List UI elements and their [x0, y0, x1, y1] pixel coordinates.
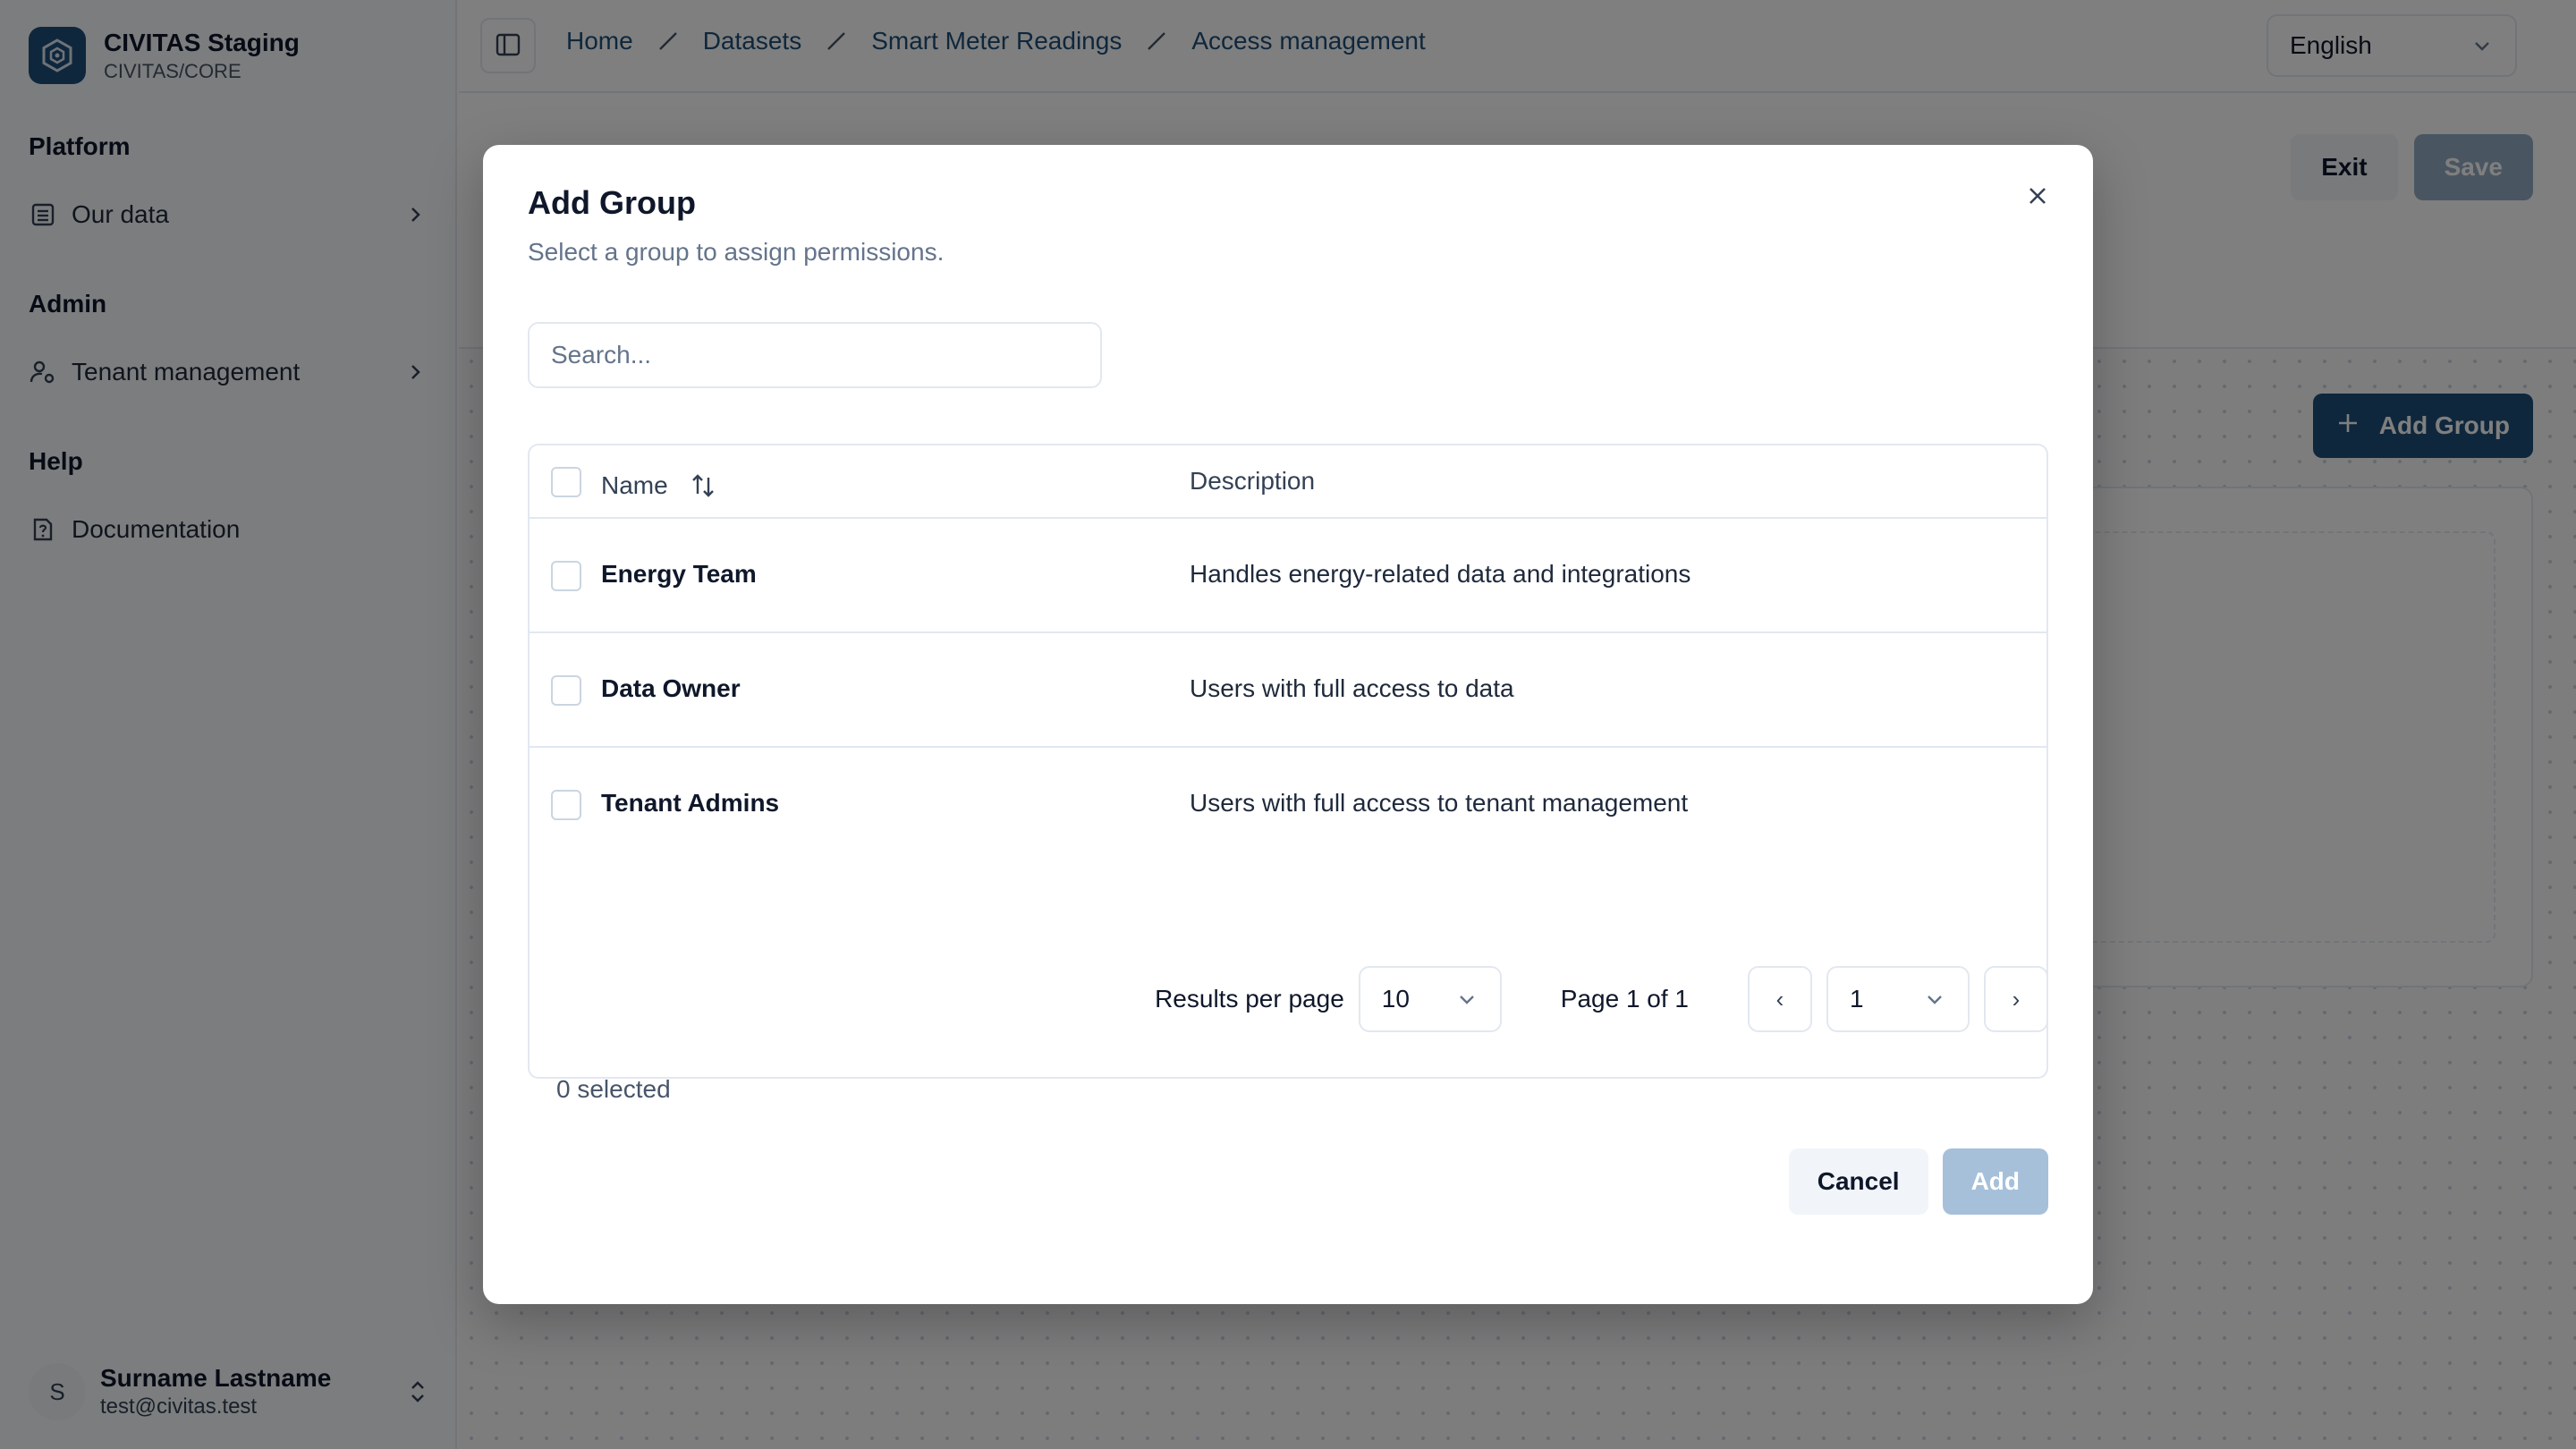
add-group-dialog: Add Group Select a group to assign permi… [483, 145, 2093, 1304]
group-name: Tenant Admins [601, 789, 780, 817]
page-size-select[interactable]: 10 [1358, 966, 1502, 1032]
dialog-title: Add Group [528, 184, 696, 221]
page-of-label: Page 1 of 1 [1560, 985, 1689, 1013]
column-header-description: Description [1190, 467, 1316, 495]
dialog-description: Select a group to assign permissions. [528, 238, 945, 266]
close-button[interactable] [2016, 175, 2059, 218]
next-page-button[interactable]: › [1984, 966, 2048, 1032]
column-header-name: Name [601, 470, 718, 501]
sort-icon[interactable] [688, 470, 718, 501]
table-row[interactable]: Data Owner Users with full access to dat… [530, 633, 2046, 748]
pagination: Results per page 10 Page 1 of 1 ‹ 1 › [1155, 966, 2048, 1032]
prev-page-button[interactable]: ‹ [1748, 966, 1812, 1032]
select-all-checkbox[interactable] [551, 467, 581, 497]
close-icon [2027, 185, 2048, 209]
row-checkbox[interactable] [551, 790, 581, 820]
row-checkbox[interactable] [551, 675, 581, 706]
table-row[interactable]: Tenant Admins Users with full access to … [530, 748, 2046, 862]
group-description: Handles energy-related data and integrat… [1190, 560, 1691, 588]
table-row[interactable]: Energy Team Handles energy-related data … [530, 519, 2046, 633]
column-name-label: Name [601, 471, 668, 499]
group-name: Data Owner [601, 674, 741, 702]
cancel-button[interactable]: Cancel [1788, 1148, 1928, 1215]
selected-count: 0 selected [556, 1075, 671, 1103]
group-name: Energy Team [601, 560, 757, 588]
chevron-down-icon [1923, 987, 1946, 1011]
page-size-value: 10 [1381, 985, 1410, 1013]
dialog-footer: Cancel Add [1788, 1148, 2048, 1215]
table-header: Name Description [530, 445, 2046, 519]
search-input[interactable] [528, 322, 1102, 388]
chevron-down-icon [1455, 987, 1479, 1011]
page-number-select[interactable]: 1 [1826, 966, 1970, 1032]
row-checkbox[interactable] [551, 561, 581, 591]
group-description: Users with full access to tenant managem… [1190, 789, 1689, 817]
group-description: Users with full access to data [1190, 674, 1514, 702]
page-number-value: 1 [1850, 985, 1864, 1013]
results-per-page-label: Results per page [1155, 985, 1344, 1013]
add-button[interactable]: Add [1942, 1148, 2048, 1215]
